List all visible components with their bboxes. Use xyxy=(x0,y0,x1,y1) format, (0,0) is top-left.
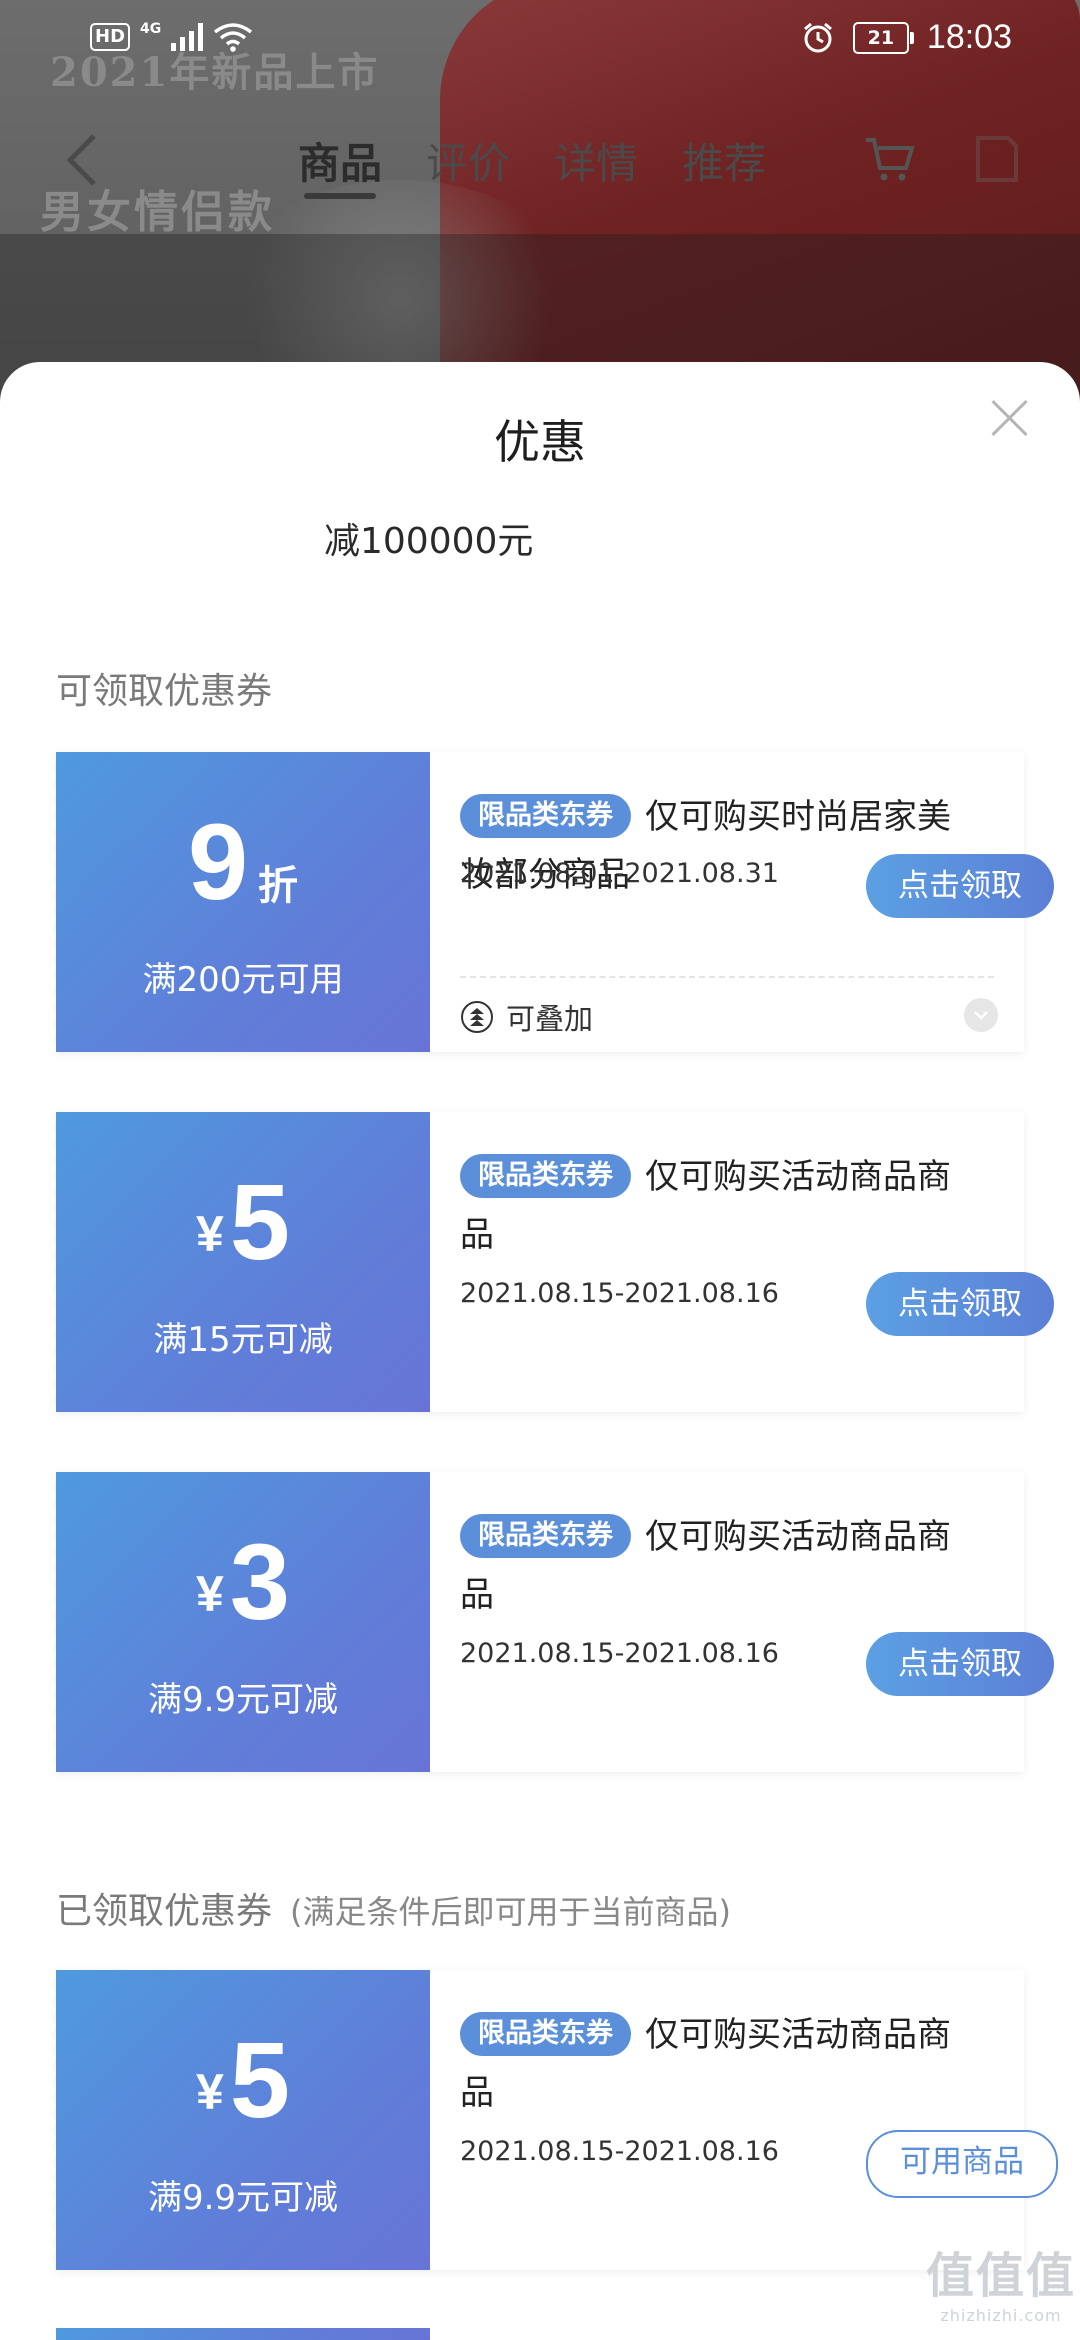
coupon-amount: 9 xyxy=(187,801,249,922)
tab-reviews[interactable]: 评价 xyxy=(426,130,510,191)
coupon-value: ¥3 xyxy=(56,1528,430,1636)
coupon-card: ¥5 满9.9元可减 限品类东券 仅可购买活动商品商品 2021.08.15-20… xyxy=(50,1970,1058,2270)
coupon-type-badge: 限品类东券 xyxy=(460,794,631,838)
tab-details[interactable]: 详情 xyxy=(554,130,638,191)
coupon-sheet: 优惠 减100000元 可领取优惠券 9折 满200元可用 限品类东券 仅可购买时… xyxy=(0,362,1080,2340)
coupon-validity-dates: 2021.08.15-2021.08.16 xyxy=(460,2136,779,2167)
status-bar: HD 4G 21 18:03 xyxy=(0,0,1080,84)
coupon-value: 9折 xyxy=(56,808,430,916)
watermark: 值值值 zhizhizhi.com xyxy=(926,2236,1076,2325)
coupon-condition: 满200元可用 xyxy=(142,960,344,1000)
expand-chevron-icon[interactable] xyxy=(964,998,998,1032)
back-icon[interactable] xyxy=(60,132,104,188)
coupon-condition: 满9.9元可减 xyxy=(147,1680,339,1720)
coupon-divider xyxy=(460,976,994,978)
stackable-indicator: 可叠加 xyxy=(460,996,593,1038)
coupon-card-partial xyxy=(56,2328,1024,2340)
product-tabs: 商品 评价 详情 推荐 xyxy=(298,130,766,199)
network-type: 4G xyxy=(140,21,162,37)
clock: 18:03 xyxy=(926,18,1012,56)
coupon-validity-dates: 2021.08.01-2021.08.31 xyxy=(460,858,779,889)
coupon-card: 9折 满200元可用 限品类东券 仅可购买时尚居家美妆部分商品 2021.08.0… xyxy=(50,752,1054,1052)
coupon-card: ¥3 满9.9元可减 限品类东券 仅可购买活动商品商品 2021.08.15-20… xyxy=(50,1472,1054,1772)
coupon-condition: 满9.9元可减 xyxy=(147,2178,339,2218)
coupon-type-badge: 限品类东券 xyxy=(460,1514,631,1558)
hd-indicator: HD xyxy=(90,23,131,51)
coupon-validity-dates: 2021.08.15-2021.08.16 xyxy=(460,1638,779,1669)
coupon-unit: 折 xyxy=(258,864,299,908)
available-coupons-title: 可领取优惠券 xyxy=(56,671,273,712)
coupon-card: ¥5 满15元可减 限品类东券 仅可购买活动商品商品 2021.08.15-202… xyxy=(50,1112,1054,1412)
currency-symbol: ¥ xyxy=(196,2064,224,2120)
claim-coupon-button[interactable]: 点击领取 xyxy=(866,1272,1054,1336)
coupon-value-panel: ¥5 满15元可减 xyxy=(50,1112,430,1412)
coupon-description-block: 限品类东券 仅可购买活动商品商品 xyxy=(460,2006,980,2122)
signal-icon xyxy=(171,23,204,51)
watermark-url: zhizhizhi.com xyxy=(940,2306,1062,2325)
wifi-icon xyxy=(214,23,253,52)
coupon-info: 限品类东券 仅可购买活动商品商品 2021.08.15-2021.08.16 点击… xyxy=(430,1112,1054,1412)
currency-symbol: ¥ xyxy=(196,1206,224,1262)
coupon-value-panel: ¥5 满9.9元可减 xyxy=(50,1970,430,2270)
coupon-type-badge: 限品类东券 xyxy=(460,1154,631,1198)
tab-recommend[interactable]: 推荐 xyxy=(682,130,766,191)
coupon-amount: 3 xyxy=(229,1521,290,1642)
coupon-amount: 5 xyxy=(229,2019,290,2140)
coupon-info: 限品类东券 仅可购买时尚居家美妆部分商品 2021.08.01-2021.08.3… xyxy=(430,752,1054,1052)
tab-goods[interactable]: 商品 xyxy=(298,130,382,199)
coupon-value-panel: 9折 满200元可用 xyxy=(50,752,430,1052)
alarm-icon xyxy=(803,22,832,52)
coupon-condition: 满15元可减 xyxy=(153,1320,333,1360)
stack-icon xyxy=(461,1001,493,1033)
claimed-coupons-subtitle: (满足条件后即可用于当前商品) xyxy=(290,1893,731,1931)
coupon-value: ¥5 xyxy=(56,1168,430,1276)
coupon-value-panel xyxy=(56,2328,430,2340)
claimed-coupons-heading: 已领取优惠券 xyxy=(56,1891,273,1932)
view-eligible-products-button[interactable]: 可用商品 xyxy=(866,2130,1058,2198)
coupon-type-badge: 限品类东券 xyxy=(460,2012,631,2056)
coupon-value-panel: ¥3 满9.9元可减 xyxy=(50,1472,430,1772)
close-icon[interactable] xyxy=(990,398,1030,438)
more-icon[interactable] xyxy=(968,134,1022,184)
claimed-coupons-title: 已领取优惠券 (满足条件后即可用于当前商品) xyxy=(56,1882,731,1934)
currency-symbol: ¥ xyxy=(196,1566,224,1622)
stackable-label: 可叠加 xyxy=(506,1002,594,1036)
coupon-amount: 5 xyxy=(229,1161,290,1282)
coupon-info: 限品类东券 仅可购买活动商品商品 2021.08.15-2021.08.16 可用… xyxy=(430,1970,1058,2270)
promo-discount-text: 减100000元 xyxy=(324,521,534,562)
coupon-value: ¥5 xyxy=(56,2026,430,2134)
coupon-info: 限品类东券 仅可购买活动商品商品 2021.08.15-2021.08.16 点击… xyxy=(430,1472,1054,1772)
coupon-validity-dates: 2021.08.15-2021.08.16 xyxy=(460,1278,779,1309)
claim-coupon-button[interactable]: 点击领取 xyxy=(866,854,1054,918)
battery-icon: 21 xyxy=(852,21,914,54)
product-nav-bar: 商品 评价 详情 推荐 xyxy=(0,120,1080,200)
coupon-description-block: 限品类东券 仅可购买活动商品商品 xyxy=(460,1508,980,1624)
sheet-title: 优惠 xyxy=(494,415,586,469)
coupon-description-block: 限品类东券 仅可购买活动商品商品 xyxy=(460,1148,980,1264)
claim-coupon-button[interactable]: 点击领取 xyxy=(866,1632,1054,1696)
watermark-logo: 值值值 xyxy=(926,2248,1077,2304)
cart-icon[interactable] xyxy=(862,134,916,184)
